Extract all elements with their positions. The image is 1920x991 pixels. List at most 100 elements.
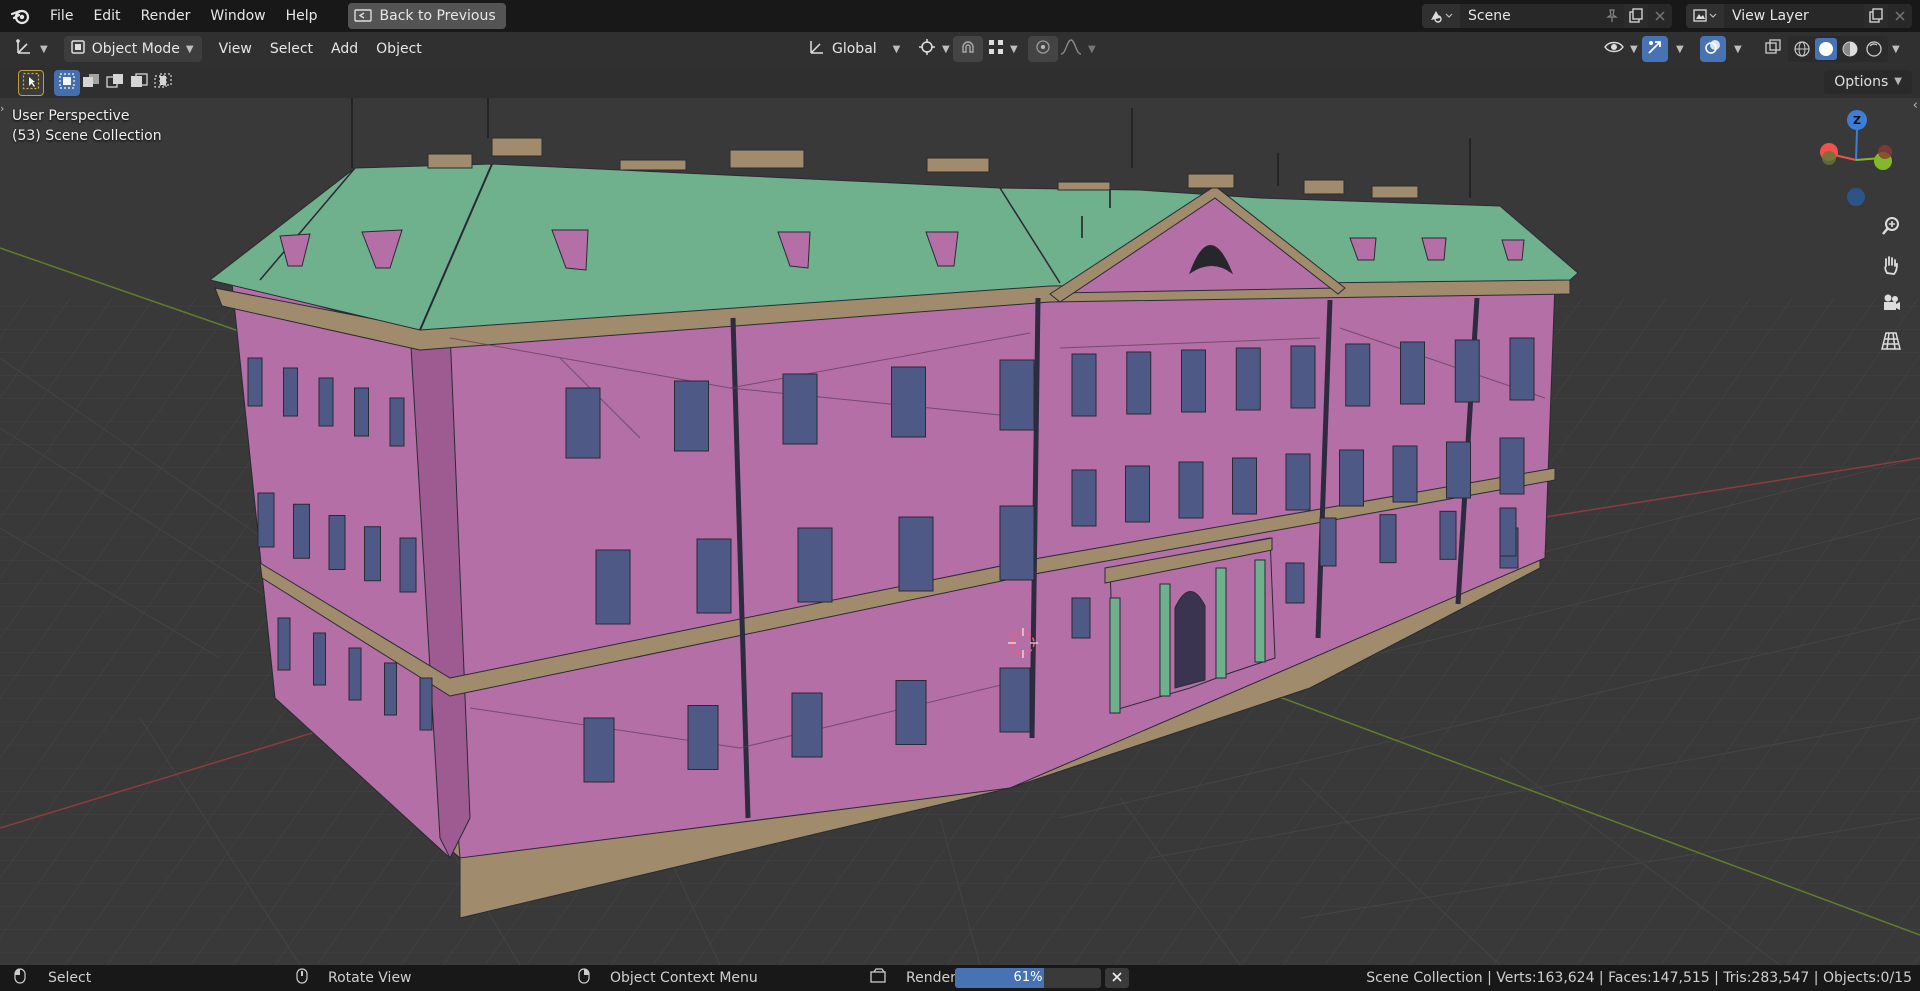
snap-target-dropdown[interactable]: ▼ [982, 36, 1024, 62]
chevron-down-icon: ▼ [1892, 43, 1900, 55]
pan-hand-icon[interactable] [1876, 250, 1906, 280]
overlays-toggle[interactable] [1700, 36, 1726, 62]
gizmo-dropdown[interactable]: ▼ [1670, 36, 1690, 62]
menu-file[interactable]: File [40, 4, 83, 28]
window-pane [1232, 457, 1257, 515]
chevron-down-icon: ▼ [1734, 43, 1742, 55]
new-view-layer-icon[interactable] [1864, 4, 1888, 28]
pivot-point-dropdown[interactable]: ▼ [912, 36, 956, 62]
cancel-render-button[interactable] [1105, 968, 1129, 988]
gizmo-arrow-icon [1646, 38, 1664, 60]
extend-selection-icon [82, 72, 100, 94]
status-rotate-label: Rotate View [328, 970, 412, 986]
intersect-selection-icon [154, 72, 172, 94]
transform-orientation-label: Global [832, 41, 877, 57]
header-menu-view[interactable]: View [210, 36, 261, 62]
orientation-axes-icon [808, 38, 826, 60]
pin-scene-icon[interactable] [1600, 4, 1624, 28]
window-pane [1178, 461, 1204, 519]
window-pane [399, 537, 417, 593]
object-mode-icon [70, 39, 86, 59]
blender-logo-icon[interactable] [10, 5, 32, 27]
window-pane [791, 692, 823, 758]
view-layer-name-field[interactable]: View Layer [1724, 4, 1864, 28]
view-layer-icon[interactable] [1686, 4, 1724, 28]
window-pane [364, 526, 381, 582]
header-menu-object[interactable]: Object [367, 36, 431, 62]
orthographic-grid-icon[interactable] [1876, 326, 1906, 356]
scene-selector[interactable]: Scene [1422, 4, 1672, 28]
window-pane [1339, 449, 1364, 507]
3d-viewport[interactable]: Z User Perspective (53) Scene Collection… [0, 98, 1920, 965]
header-menu-add[interactable]: Add [322, 36, 367, 62]
chevron-down-icon: ▼ [942, 43, 950, 55]
scene-icon[interactable] [1422, 4, 1460, 28]
window-pane [797, 527, 833, 603]
mode-new-selection-button[interactable] [54, 70, 80, 96]
window-pane [1400, 341, 1425, 405]
scene-name-field[interactable]: Scene [1460, 4, 1600, 28]
mouse-left-icon [14, 968, 26, 988]
new-scene-icon[interactable] [1624, 4, 1648, 28]
mode-extend-selection-button[interactable] [78, 70, 104, 96]
rendered-shading-icon[interactable] [1863, 40, 1885, 58]
chevron-down-icon: ▼ [1088, 43, 1096, 55]
window-pane [384, 662, 397, 716]
falloff-dropdown[interactable]: ▼ [1054, 36, 1102, 62]
gizmo-negative-z[interactable] [1847, 188, 1865, 206]
xray-toggle[interactable] [1758, 36, 1788, 62]
menu-help[interactable]: Help [276, 4, 328, 28]
window-pane [782, 373, 818, 445]
window-pane [595, 549, 631, 625]
left-panel-toggle-icon[interactable]: › [0, 102, 4, 115]
shading-dropdown[interactable]: ▼ [1886, 36, 1906, 62]
window-pane [999, 505, 1035, 581]
menu-window[interactable]: Window [200, 4, 275, 28]
transform-orientation-dropdown[interactable]: Global ▼ [802, 36, 906, 62]
wireframe-shading-icon[interactable] [1791, 40, 1813, 58]
window-pane [419, 677, 433, 731]
tool-settings-row: Options ▼ [0, 66, 1920, 98]
object-mode-dropdown[interactable]: Object Mode ▼ [63, 36, 202, 62]
zoom-icon[interactable] [1876, 211, 1906, 241]
window-pane [348, 647, 362, 701]
mode-intersect-selection-button[interactable] [150, 70, 176, 96]
header-menu-select[interactable]: Select [261, 36, 322, 62]
shading-mode-group [1788, 36, 1888, 62]
window-pane [1379, 514, 1397, 564]
camera-view-icon[interactable] [1876, 288, 1906, 318]
solid-shading-icon[interactable] [1815, 38, 1837, 60]
delete-scene-icon[interactable] [1648, 4, 1672, 28]
delete-view-layer-icon[interactable] [1888, 4, 1912, 28]
window-pane [277, 617, 291, 671]
menu-edit[interactable]: Edit [83, 4, 130, 28]
window-pane [898, 516, 934, 592]
overlays-dropdown[interactable]: ▼ [1728, 36, 1748, 62]
right-panel-toggle-icon[interactable]: ‹ [1913, 98, 1918, 113]
window-pane [1071, 597, 1091, 639]
new-selection-icon [58, 72, 76, 94]
mode-difference-selection-button[interactable] [126, 70, 152, 96]
options-dropdown[interactable]: Options ▼ [1824, 70, 1912, 94]
window-pane [895, 680, 927, 745]
material-shading-icon[interactable] [1839, 40, 1861, 58]
window-pane [293, 503, 310, 559]
status-context-hint: Object Context Menu [578, 968, 758, 988]
window-pane [1319, 517, 1337, 567]
visibility-dropdown[interactable]: ▼ [1598, 36, 1644, 62]
back-to-previous-button[interactable]: Back to Previous [347, 3, 506, 29]
window-pane [1125, 465, 1150, 523]
navigation-gizmo[interactable]: Z [1820, 110, 1892, 206]
mode-subtract-selection-button[interactable] [102, 70, 128, 96]
chevron-down-icon: ▼ [1630, 43, 1638, 55]
gizmo-toggle[interactable] [1642, 36, 1668, 62]
eye-icon [1604, 39, 1624, 59]
menu-render[interactable]: Render [131, 4, 201, 28]
view-layer-selector[interactable]: View Layer [1686, 4, 1912, 28]
window-pane [1439, 510, 1457, 560]
falloff-curve-icon [1060, 38, 1082, 60]
snap-grid-icon [988, 39, 1004, 59]
snap-toggle[interactable] [953, 36, 983, 62]
editor-type-dropdown[interactable]: ▼ [8, 36, 54, 62]
select-box-tool-button[interactable] [18, 70, 44, 96]
